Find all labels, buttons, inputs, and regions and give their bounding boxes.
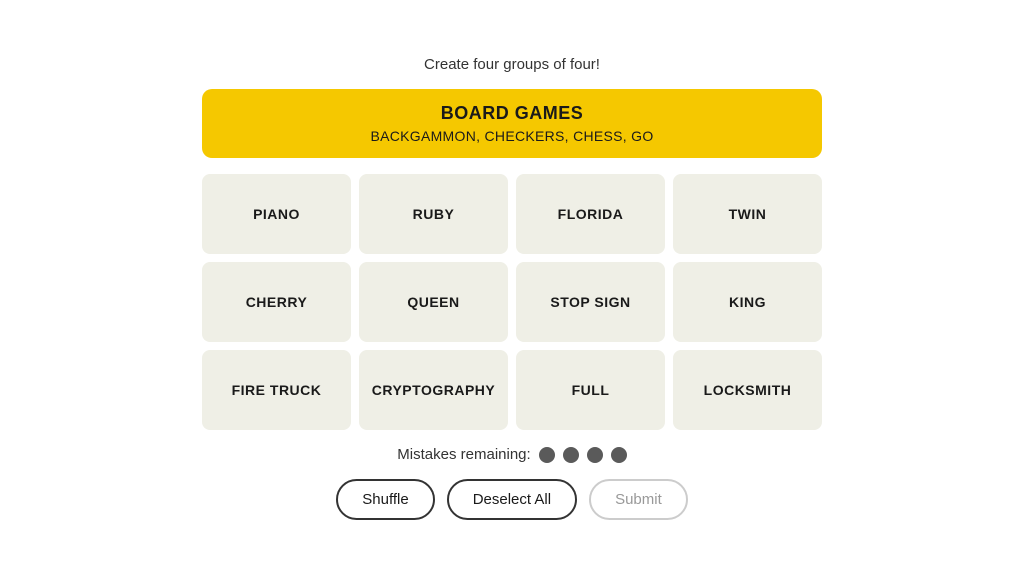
- tile-cryptography[interactable]: CRYPTOGRAPHY: [359, 350, 508, 430]
- submit-button[interactable]: Submit: [589, 479, 688, 520]
- banner-items: BACKGAMMON, CHECKERS, CHESS, GO: [222, 128, 802, 144]
- shuffle-button[interactable]: Shuffle: [336, 479, 434, 520]
- mistake-dot-2: [563, 447, 579, 463]
- tile-full[interactable]: FULL: [516, 350, 665, 430]
- tile-king[interactable]: KING: [673, 262, 822, 342]
- tile-fire-truck[interactable]: FIRE TRUCK: [202, 350, 351, 430]
- tile-twin[interactable]: TWIN: [673, 174, 822, 254]
- main-container: Create four groups of four! BOARD GAMES …: [202, 56, 822, 520]
- tile-piano[interactable]: PIANO: [202, 174, 351, 254]
- tile-cherry[interactable]: CHERRY: [202, 262, 351, 342]
- solved-banner: BOARD GAMES BACKGAMMON, CHECKERS, CHESS,…: [202, 89, 822, 158]
- tile-queen[interactable]: QUEEN: [359, 262, 508, 342]
- banner-title: BOARD GAMES: [222, 103, 802, 124]
- subtitle: Create four groups of four!: [424, 56, 600, 73]
- tile-florida[interactable]: FLORIDA: [516, 174, 665, 254]
- mistake-dot-1: [539, 447, 555, 463]
- mistake-dot-3: [587, 447, 603, 463]
- mistakes-label: Mistakes remaining:: [397, 446, 530, 463]
- deselect-all-button[interactable]: Deselect All: [447, 479, 577, 520]
- tile-locksmith[interactable]: LOCKSMITH: [673, 350, 822, 430]
- mistake-dot-4: [611, 447, 627, 463]
- tile-stop-sign[interactable]: STOP SIGN: [516, 262, 665, 342]
- mistakes-row: Mistakes remaining:: [397, 446, 626, 463]
- tile-grid: PIANORUBYFLORIDATWIN CHERRYQUEENSTOP SIGN…: [202, 174, 822, 430]
- tile-ruby[interactable]: RUBY: [359, 174, 508, 254]
- buttons-row: Shuffle Deselect All Submit: [336, 479, 688, 520]
